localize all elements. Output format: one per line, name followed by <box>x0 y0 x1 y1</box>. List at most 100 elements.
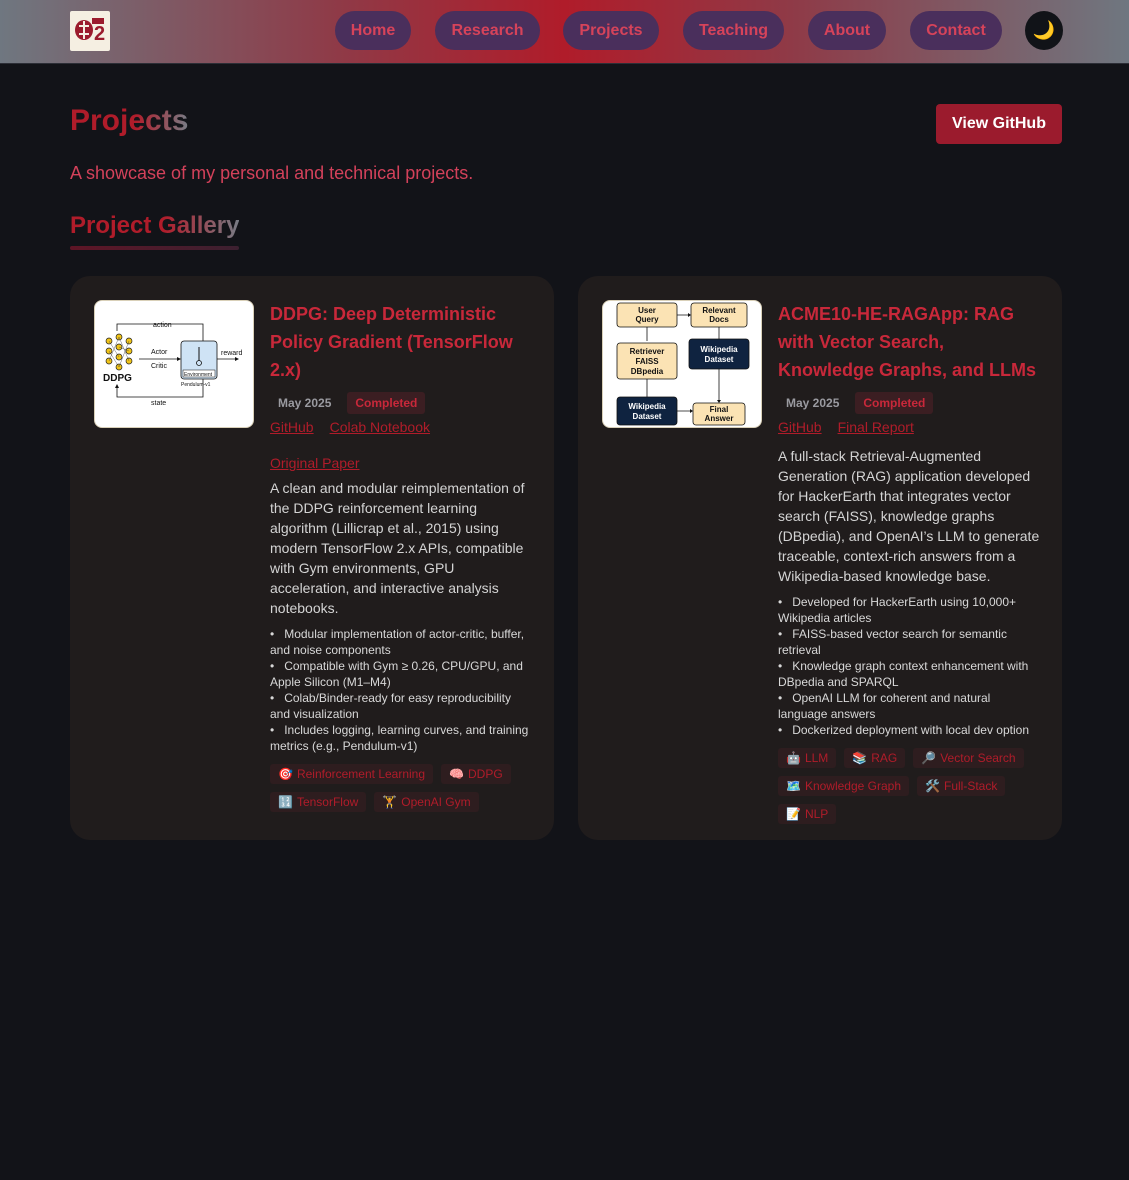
weightlifter-icon: 🏋️ <box>382 795 398 809</box>
section-underline <box>70 246 239 250</box>
final-report-link[interactable]: Final Report <box>838 419 914 435</box>
tag-label: Reinforcement Learning <box>296 767 426 781</box>
tag-label: TensorFlow <box>296 795 359 809</box>
tag-openai-gym[interactable]: 🏋️ OpenAI Gym <box>374 792 479 812</box>
project-meta: May 2025 Completed <box>270 392 532 414</box>
svg-text:Final: Final <box>710 405 729 414</box>
tag-label: NLP <box>804 807 829 821</box>
tag-list: 🎯 Reinforcement Learning 🧠 DDPG 🔢 TensorFlo… <box>270 764 532 812</box>
books-icon: 📚 <box>852 751 868 765</box>
svg-text:Answer: Answer <box>705 414 734 423</box>
robot-icon: 🤖 <box>786 751 801 765</box>
ddpg-diagram-icon: DDPG action Actor Critic Environment Pen… <box>103 322 243 407</box>
nav-teaching-label: Teaching <box>698 21 769 39</box>
tag-list: 🤖 LLM 📚 RAG 🔎 Vector Search 🗺️ Knowledge Gra… <box>778 748 1040 824</box>
svg-text:FAISS: FAISS <box>635 357 659 366</box>
svg-text:Docs: Docs <box>709 315 729 324</box>
svg-text:DDPG: DDPG <box>103 373 132 384</box>
svg-text:Critic: Critic <box>151 363 167 370</box>
original-paper-link[interactable]: Original Paper <box>270 455 360 471</box>
page-title: Projects <box>70 104 189 137</box>
top-nav-bar: 2 Home Research Projects Teaching About … <box>0 0 1129 64</box>
tag-label: Knowledge Graph <box>804 779 902 793</box>
project-thumbnail-rag: User Query Relevant Docs Retriever FAISS… <box>602 300 762 428</box>
tag-reinforcement-learning[interactable]: 🎯 Reinforcement Learning <box>270 764 434 784</box>
feature-list: Developed for HackerEarth using 10,000+ … <box>778 594 1040 738</box>
feature-list: Modular implementation of actor-critic, … <box>270 626 532 754</box>
tag-label: Full-Stack <box>943 779 998 793</box>
feature-item: Modular implementation of actor-critic, … <box>270 626 532 658</box>
tag-knowledge-graph[interactable]: 🗺️ Knowledge Graph <box>778 776 910 796</box>
numbers-icon: 🔢 <box>278 795 293 809</box>
tag-full-stack[interactable]: 🛠️ Full-Stack <box>917 776 1006 796</box>
feature-item: Dockerized deployment with local dev opt… <box>778 722 1040 738</box>
magnifier-icon: 🔎 <box>921 751 937 765</box>
project-links: GitHub Colab Notebook Original Paper <box>270 418 532 472</box>
tag-label: OpenAI Gym <box>401 795 471 809</box>
colab-notebook-link[interactable]: Colab Notebook <box>330 419 430 435</box>
tag-vector-search[interactable]: 🔎 Vector Search <box>913 748 1024 768</box>
project-title: ACME10-HE-RAGApp: RAG with Vector Search… <box>778 304 1037 380</box>
github-link[interactable]: GitHub <box>270 419 314 435</box>
svg-text:Actor: Actor <box>151 349 168 356</box>
site-logo[interactable]: 2 <box>70 11 110 51</box>
view-github-button[interactable]: View GitHub <box>936 104 1062 144</box>
tag-label: LLM <box>804 751 829 765</box>
nav-research-label: Research <box>451 21 524 39</box>
project-date: May 2025 <box>278 396 332 410</box>
nav-about-label: About <box>823 21 871 39</box>
memo-icon: 📝 <box>786 807 801 821</box>
svg-text:Wikipedia: Wikipedia <box>628 402 666 411</box>
tag-rag[interactable]: 📚 RAG <box>844 748 906 768</box>
nav-home[interactable]: Home <box>335 11 411 50</box>
view-github-label: View GitHub <box>952 115 1046 132</box>
brain-robot-logo-icon: 2 <box>75 18 105 45</box>
svg-text:Environment: Environment <box>184 372 213 378</box>
nav-about[interactable]: About <box>808 11 886 50</box>
tag-tensorflow[interactable]: 🔢 TensorFlow <box>270 792 367 812</box>
svg-text:Wikipedia: Wikipedia <box>700 345 738 354</box>
project-card: User Query Relevant Docs Retriever FAISS… <box>578 276 1062 840</box>
feature-item: OpenAI LLM for coherent and natural lang… <box>778 690 1040 722</box>
svg-text:Relevant: Relevant <box>702 306 736 315</box>
nav-research[interactable]: Research <box>435 11 540 50</box>
tag-llm[interactable]: 🤖 LLM <box>778 748 837 768</box>
feature-item: Includes logging, learning curves, and t… <box>270 722 532 754</box>
target-icon: 🎯 <box>278 767 293 781</box>
status-badge: Completed <box>855 392 934 414</box>
nav-projects-label: Projects <box>579 21 643 39</box>
tag-label: RAG <box>871 751 898 765</box>
svg-text:DBpedia: DBpedia <box>631 367 664 376</box>
feature-item: Colab/Binder-ready for easy reproducibil… <box>270 690 532 722</box>
nav-contact[interactable]: Contact <box>910 11 1002 50</box>
feature-item: Knowledge graph context enhancement with… <box>778 658 1040 690</box>
map-icon: 🗺️ <box>786 779 801 793</box>
brain-icon: 🧠 <box>449 767 464 781</box>
section-title: Project Gallery <box>70 212 239 246</box>
project-title: DDPG: Deep Deterministic Policy Gradient… <box>270 304 513 380</box>
svg-text:User: User <box>638 306 656 315</box>
tag-nlp[interactable]: 📝 NLP <box>778 804 837 824</box>
project-meta: May 2025 Completed <box>778 392 1040 414</box>
tag-ddpg[interactable]: 🧠 DDPG <box>441 764 511 784</box>
tag-label: DDPG <box>467 767 503 781</box>
theme-toggle-button[interactable]: 🌙 <box>1025 11 1063 50</box>
project-description: A full-stack Retrieval-Augmented Generat… <box>778 448 1040 584</box>
svg-text:action: action <box>153 322 172 329</box>
tag-label: Vector Search <box>940 751 1016 765</box>
project-card-body: ACME10-HE-RAGApp: RAG with Vector Search… <box>778 300 1040 824</box>
svg-text:state: state <box>151 400 166 407</box>
nav-teaching[interactable]: Teaching <box>683 11 784 50</box>
project-date: May 2025 <box>786 396 840 410</box>
links-spacer <box>270 436 532 454</box>
tools-icon: 🛠️ <box>925 779 940 793</box>
nav-contact-label: Contact <box>926 21 986 39</box>
svg-text:Query: Query <box>635 315 659 324</box>
project-card-body: DDPG: Deep Deterministic Policy Gradient… <box>270 300 532 812</box>
svg-text:Dataset: Dataset <box>705 355 734 364</box>
svg-text:reward: reward <box>221 350 243 357</box>
github-link[interactable]: GitHub <box>778 419 822 435</box>
nav-projects[interactable]: Projects <box>563 11 659 50</box>
project-description: A clean and modular reimplementation of … <box>270 480 525 616</box>
feature-item: Compatible with Gym ≥ 0.26, CPU/GPU, and… <box>270 658 532 690</box>
